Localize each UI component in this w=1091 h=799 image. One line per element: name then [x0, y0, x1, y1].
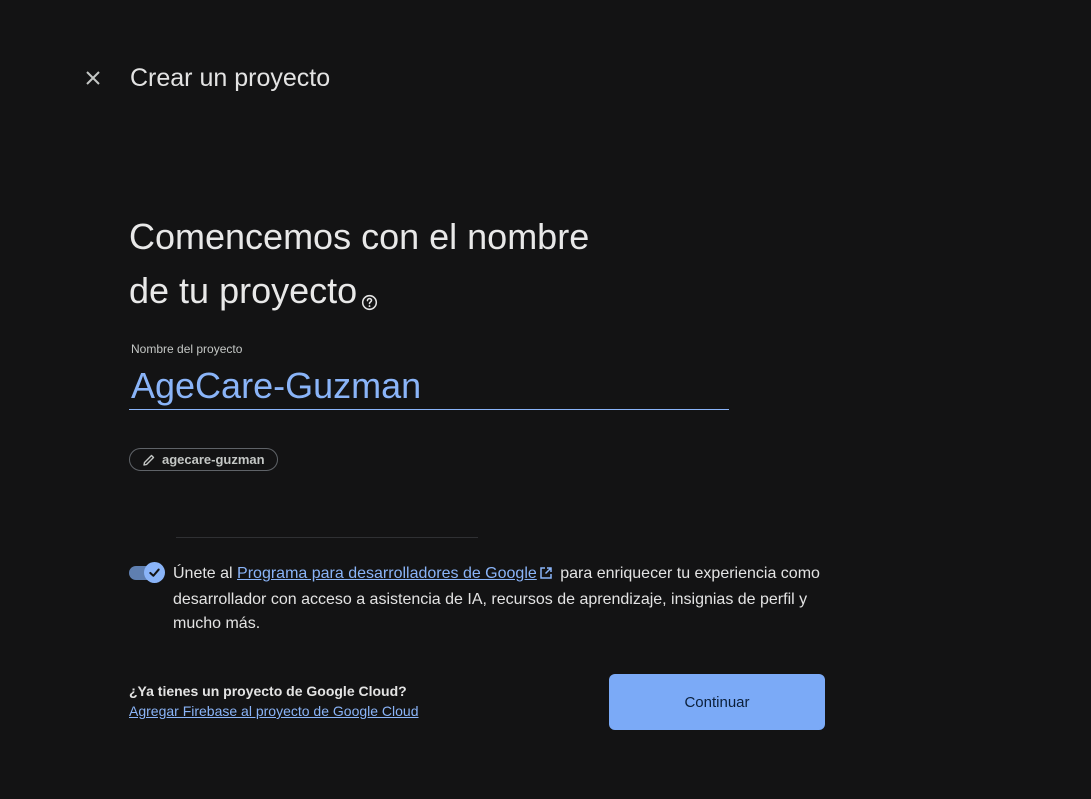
project-id-value: agecare-guzman — [162, 452, 265, 467]
project-id-chip[interactable]: agecare-guzman — [129, 448, 278, 471]
page-title: Crear un proyecto — [130, 64, 331, 92]
google-cloud-question: ¿Ya tienes un proyecto de Google Cloud? — [129, 683, 407, 699]
developer-program-toggle[interactable] — [129, 562, 165, 583]
close-button[interactable] — [80, 65, 106, 91]
check-icon — [149, 568, 160, 577]
project-name-label: Nombre del proyecto — [131, 342, 243, 356]
external-link-icon[interactable] — [539, 564, 553, 588]
toggle-thumb — [144, 562, 165, 583]
help-icon[interactable] — [361, 272, 378, 326]
optin-text-before: Únete al — [173, 565, 238, 582]
headline: Comencemos con el nombre de tu proyecto — [129, 210, 689, 326]
headline-line-2-text: de tu proyecto — [129, 270, 358, 311]
divider — [176, 537, 478, 538]
headline-line-2: de tu proyecto — [129, 264, 689, 326]
create-project-page: Crear un proyecto Comencemos con el nomb… — [0, 0, 1091, 799]
pencil-icon — [143, 454, 155, 466]
close-icon — [86, 71, 100, 85]
developer-program-text: Únete al Programa para desarrolladores d… — [173, 562, 823, 636]
add-firebase-to-gcp-link[interactable]: Agregar Firebase al proyecto de Google C… — [129, 703, 419, 719]
project-name-input[interactable] — [129, 362, 729, 410]
developer-program-link[interactable]: Programa para desarrolladores de Google — [237, 565, 537, 582]
headline-line-1: Comencemos con el nombre — [129, 216, 590, 257]
continue-button[interactable]: Continuar — [609, 674, 825, 730]
